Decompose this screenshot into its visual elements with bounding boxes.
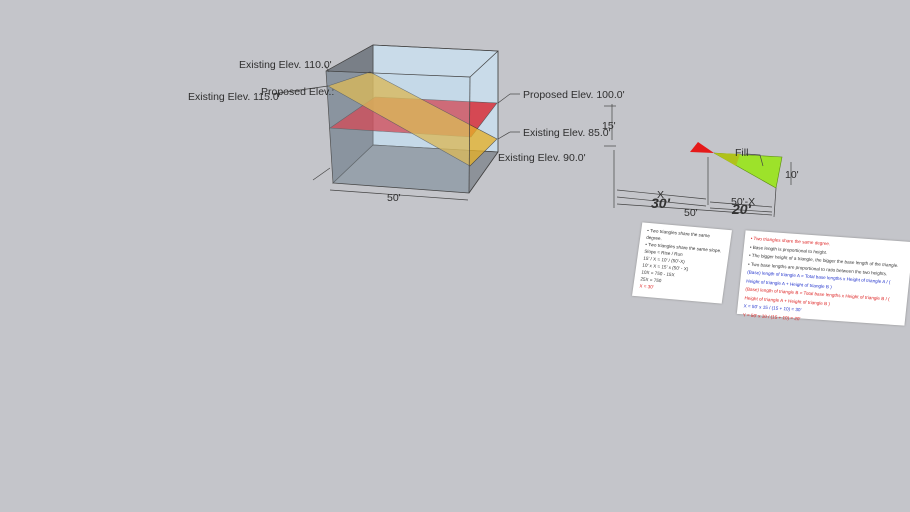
slope-explanation-card: • Two triangles share the same degree. •… [632,222,732,304]
dim-15: 15' [602,120,616,132]
label-proposed-left: Proposed Elev.: [261,86,334,98]
proportion-explanation-card: • Two triangles share the same degree. •… [736,230,910,326]
label-existing-90: Existing Elev. 90.0' [498,152,586,164]
cut-triangle [690,142,714,153]
cut-fill-box [325,44,499,194]
dim-50: 50' [684,207,698,219]
dim-30: 30' [651,195,671,211]
dim-50-box: 50' [387,192,401,204]
dim-10: 10' [785,169,799,181]
label-existing-110: Existing Elev. 110.0' [239,59,332,71]
dim-20: 20' [731,201,752,217]
label-existing-85: Existing Elev. 85.0' [523,127,611,139]
slope-triangles [616,142,792,218]
fill-label: Fill [735,147,748,159]
label-proposed-100: Proposed Elev. 100.0' [523,89,625,101]
